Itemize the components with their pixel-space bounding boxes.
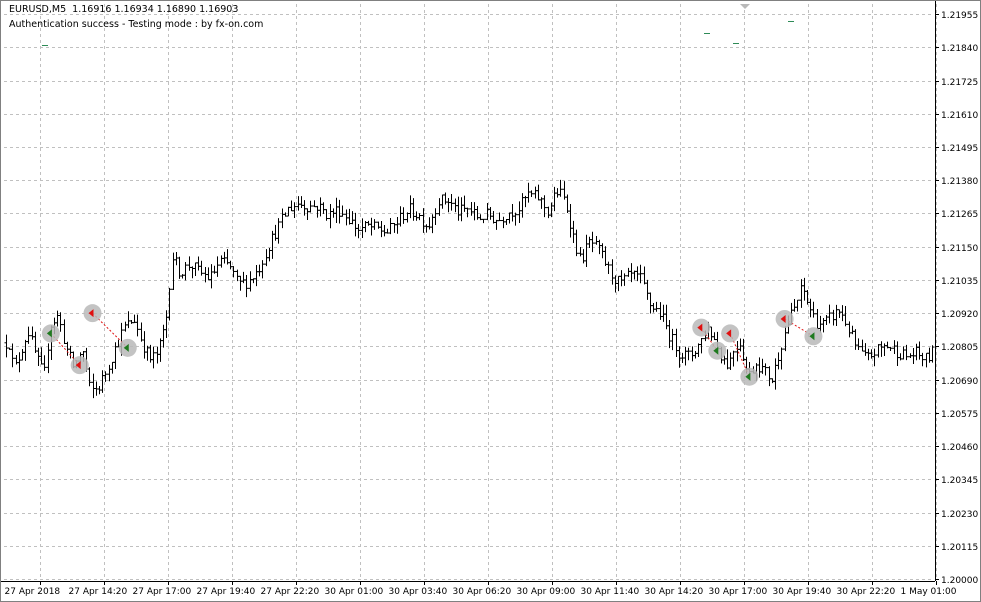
symbol-label: EURUSD,M5 [9,4,67,15]
time-tick-label: 1 May 01:00 [901,587,957,597]
price-tick-label: 1.21840 [941,44,978,54]
status-message: Authentication success - Testing mode : … [9,19,264,30]
time-tick-label: 30 Apr 14:20 [645,587,704,597]
price-tick-label: 1.20460 [941,443,978,453]
price-tick-label: 1.21955 [941,11,978,21]
price-tick-label: 1.21380 [941,177,978,187]
chart-background [0,0,981,602]
time-tick-label: 27 Apr 22:20 [261,587,320,597]
price-tick-label: 1.20345 [941,476,978,486]
price-tick-label: 1.20805 [941,343,978,353]
price-tick-label: 1.21265 [941,210,978,220]
price-tick-label: 1.21610 [941,111,978,121]
price-tick-label: 1.21495 [941,144,978,154]
price-tick-label: 1.21150 [941,244,978,254]
price-tick-label: 1.20000 [941,576,978,586]
time-tick-label: 30 Apr 03:40 [389,587,448,597]
price-tick-label: 1.21035 [941,277,978,287]
ohlc-values: 1.16916 1.16934 1.16890 1.16903 [72,4,239,15]
symbol-header: EURUSD,M5 1.16916 1.16934 1.16890 1.1690… [9,4,238,16]
time-tick-label: 30 Apr 11:40 [581,587,640,597]
chart-window: 1.21955 1.21840 1.21725 1.21610 1.21495 1.213… [0,0,981,602]
price-tick-label: 1.20575 [941,410,978,420]
price-tick-label: 1.20690 [941,377,978,387]
time-tick-label: 27 Apr 2018 [5,587,61,597]
time-tick-label: 30 Apr 22:20 [837,587,896,597]
price-tick-label: 1.21725 [941,78,978,88]
price-chart[interactable]: 1.21955 1.21840 1.21725 1.21610 1.21495 1.213… [0,0,981,602]
price-tick-label: 1.20920 [941,310,978,320]
time-tick-label: 27 Apr 19:40 [197,587,256,597]
price-tick-label: 1.20230 [941,510,978,520]
time-tick-label: 30 Apr 01:00 [325,587,384,597]
time-tick-label: 30 Apr 17:00 [709,587,768,597]
time-tick-label: 30 Apr 06:20 [453,587,512,597]
time-tick-label: 27 Apr 14:20 [69,587,128,597]
time-tick-label: 27 Apr 17:00 [133,587,192,597]
time-tick-label: 30 Apr 09:00 [517,587,576,597]
time-tick-label: 30 Apr 19:40 [773,587,832,597]
price-tick-label: 1.20115 [941,543,978,553]
